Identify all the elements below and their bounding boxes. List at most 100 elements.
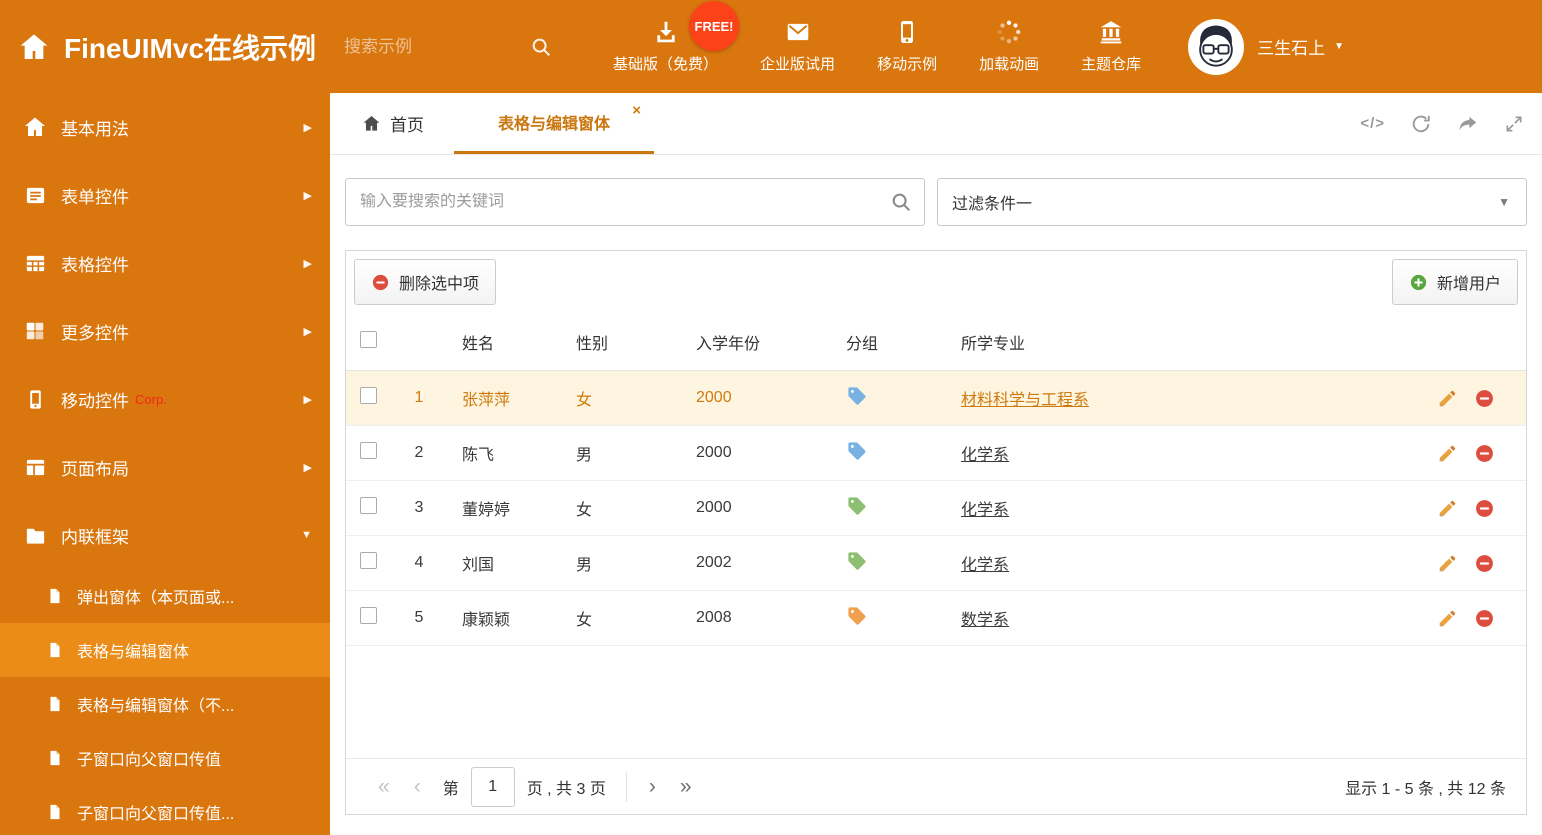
tag-icon [846, 605, 868, 627]
sidebar-item-label: 表格控件 [61, 255, 129, 275]
file-icon [45, 803, 65, 821]
major-link[interactable]: 材料科学与工程系 [961, 392, 1089, 409]
sidebar-subitem-popup-window[interactable]: 弹出窗体（本页面或... [0, 569, 330, 623]
table-row[interactable]: 2 陈飞 男 2000 化学系 [346, 426, 1526, 481]
row-year: 2002 [696, 554, 732, 571]
share-forward-icon[interactable] [1457, 113, 1479, 135]
header-search-input[interactable] [344, 36, 531, 57]
row-number: 5 [414, 609, 424, 626]
major-link[interactable]: 化学系 [961, 502, 1009, 519]
delete-icon[interactable] [1474, 608, 1495, 629]
filter-dropdown[interactable]: 过滤条件一 ▼ [937, 178, 1527, 226]
expand-icon[interactable] [1504, 114, 1524, 134]
sidebar-item-inline-frame[interactable]: 内联框架 ▼ [0, 501, 330, 569]
sidebar-item-form-controls[interactable]: 表单控件 ▶ [0, 161, 330, 229]
file-icon [45, 587, 65, 605]
keyword-search-input[interactable] [360, 193, 878, 211]
search-icon[interactable] [530, 36, 552, 58]
close-icon[interactable]: × [632, 103, 641, 118]
chevron-down-icon: ▼ [301, 529, 312, 541]
sidebar-item-page-layout[interactable]: 页面布局 ▶ [0, 433, 330, 501]
free-badge: FREE! [689, 1, 739, 51]
first-page-button[interactable]: « [366, 775, 402, 799]
download-icon [653, 19, 679, 45]
sidebar-item-more-controls[interactable]: 更多控件 ▶ [0, 297, 330, 365]
app-title: FineUIMvc在线示例 [64, 32, 317, 64]
pagination-divider [625, 771, 627, 802]
row-checkbox[interactable] [360, 387, 377, 404]
prev-page-button[interactable]: ‹ [402, 775, 433, 799]
delete-icon[interactable] [1474, 443, 1495, 464]
delete-icon[interactable] [1474, 553, 1495, 574]
header-nav-theme-repo[interactable]: 主题仓库 [1060, 19, 1162, 74]
last-page-button[interactable]: » [668, 775, 704, 799]
tag-icon [846, 550, 868, 572]
filter-dropdown-value: 过滤条件一 [952, 196, 1033, 213]
search-icon[interactable] [890, 191, 912, 213]
tab-active-label: 表格与编辑窗体 [498, 116, 611, 133]
delete-selected-button[interactable]: 删除选中项 [354, 259, 497, 305]
table-row[interactable]: 1 张萍萍 女 2000 材料科学与工程系 [346, 371, 1526, 426]
sidebar-item-mobile-controls[interactable]: 移动控件 Corp. ▶ [0, 365, 330, 433]
header-nav-loading-anim[interactable]: 加载动画 [958, 19, 1060, 74]
home-icon [362, 114, 381, 133]
tab-home[interactable]: 首页 [344, 93, 442, 154]
sidebar-subitem-grid-edit-window-no[interactable]: 表格与编辑窗体（不... [0, 677, 330, 731]
sidebar-subitem-child-to-parent[interactable]: 子窗口向父窗口传值 [0, 731, 330, 785]
source-code-icon[interactable]: </> [1360, 115, 1385, 132]
edit-icon[interactable] [1437, 388, 1458, 409]
edit-icon[interactable] [1437, 443, 1458, 464]
frame-icon [22, 524, 48, 547]
sidebar-item-basic-usage[interactable]: 基本用法 ▶ [0, 93, 330, 161]
sidebar-item-label: 移动控件 [61, 391, 129, 411]
avatar[interactable] [1188, 18, 1245, 75]
sidebar-subitem-child-to-parent-2[interactable]: 子窗口向父窗口传值... [0, 785, 330, 835]
app-home-icon[interactable] [18, 31, 50, 63]
header-nav-mobile-demo[interactable]: 移动示例 [856, 19, 958, 74]
record-summary: 显示 1 - 5 条 , 共 12 条 [1345, 780, 1506, 798]
mobile2-icon [22, 388, 48, 411]
user-menu[interactable]: 三生石上 ▼ [1257, 34, 1344, 59]
mobile-icon [894, 19, 920, 45]
row-checkbox[interactable] [360, 607, 377, 624]
row-checkbox[interactable] [360, 442, 377, 459]
header-nav-label: 企业版试用 [760, 56, 836, 73]
table-row[interactable]: 4 刘国 男 2002 化学系 [346, 536, 1526, 591]
next-page-button[interactable]: › [637, 775, 668, 799]
grid-header-row: 姓名 性别 入学年份 分组 所学专业 [346, 313, 1526, 371]
header-nav: 基础版（免费） 企业版试用 移动示例 加载动画 主题仓库 [592, 19, 1162, 74]
refresh-icon[interactable] [1410, 113, 1432, 135]
page-input[interactable] [470, 766, 515, 807]
col-group: 分组 [846, 335, 879, 353]
delete-selected-label: 删除选中项 [399, 276, 480, 293]
sidebar-subitem-grid-edit-window[interactable]: 表格与编辑窗体 [0, 623, 330, 677]
edit-icon[interactable] [1437, 498, 1458, 519]
row-checkbox[interactable] [360, 552, 377, 569]
delete-icon[interactable] [1474, 388, 1495, 409]
table-row[interactable]: 5 康颖颖 女 2008 数学系 [346, 591, 1526, 646]
tab-home-label: 首页 [390, 116, 424, 135]
tag-icon [846, 495, 868, 517]
tabbar-tools: </> [1360, 93, 1524, 154]
header-nav-label: 基础版（免费） [613, 56, 719, 73]
row-gender: 女 [576, 612, 593, 629]
minus-circle-icon [371, 273, 390, 292]
edit-icon[interactable] [1437, 553, 1458, 574]
col-name: 姓名 [462, 335, 495, 353]
table-icon [22, 252, 48, 275]
sidebar-item-table-controls[interactable]: 表格控件 ▶ [0, 229, 330, 297]
row-name: 康颖颖 [462, 612, 511, 629]
header-nav-label: 主题仓库 [1081, 56, 1142, 73]
select-all-checkbox[interactable] [360, 330, 377, 348]
add-user-button[interactable]: 新增用户 [1391, 259, 1518, 305]
edit-icon[interactable] [1437, 608, 1458, 629]
header-nav-enterprise-trial[interactable]: 企业版试用 [739, 19, 856, 74]
major-link[interactable]: 数学系 [961, 612, 1009, 629]
major-link[interactable]: 化学系 [961, 447, 1009, 464]
row-checkbox[interactable] [360, 497, 377, 514]
tab-grid-edit-window[interactable]: 表格与编辑窗体 × [454, 93, 655, 154]
major-link[interactable]: 化学系 [961, 557, 1009, 574]
pagination-bar: « ‹ 第 页 , 共 3 页 › » 显示 1 - 5 条 , 共 12 条 [346, 758, 1526, 814]
delete-icon[interactable] [1474, 498, 1495, 519]
table-row[interactable]: 3 董婷婷 女 2000 化学系 [346, 481, 1526, 536]
